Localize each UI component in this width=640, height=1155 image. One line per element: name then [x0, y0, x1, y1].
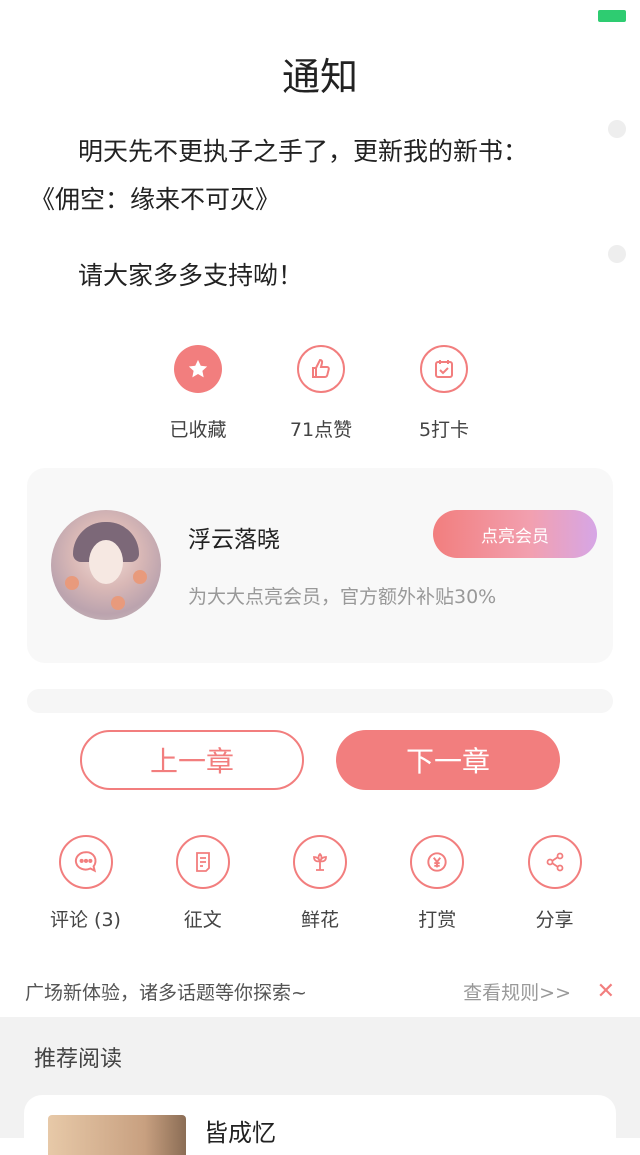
reward-button[interactable]: 打赏	[379, 835, 496, 935]
recommend-section: 推荐阅读 皆成忆	[0, 1017, 640, 1155]
share-button[interactable]: 分享	[496, 835, 613, 935]
essay-label: 征文	[183, 909, 222, 931]
view-rules-link[interactable]: 查看规则>>	[463, 978, 571, 1005]
favorite-button[interactable]: 已收藏	[138, 345, 258, 445]
battery-icon	[598, 10, 626, 22]
author-description: 为大大点亮会员，官方额外补贴30%	[188, 586, 497, 608]
bottom-actions: 评论 (3) 征文 鲜花 打赏 分享	[27, 835, 613, 935]
comment-button[interactable]: 评论 (3)	[27, 835, 144, 935]
notice-text: 明天先不更执子之手了，更新我的新书： 《佣空：缘来不可灭》 请大家多多支持呦！	[30, 128, 590, 300]
favorite-label: 已收藏	[169, 419, 227, 441]
reward-label: 打赏	[418, 909, 457, 931]
essay-icon	[175, 835, 230, 889]
recommend-book-card[interactable]: 皆成忆	[24, 1095, 616, 1155]
notice-line-1: 明天先不更执子之手了，更新我的新书：	[78, 137, 529, 166]
like-label: 71点赞	[289, 419, 353, 441]
notice-line-3: 请大家多多支持呦！	[78, 261, 304, 290]
flower-icon	[293, 835, 347, 889]
share-icon	[527, 835, 582, 889]
next-chapter-button[interactable]: 下一章	[336, 730, 560, 790]
checkin-button[interactable]: 5打卡	[384, 345, 504, 445]
essay-button[interactable]: 征文	[144, 835, 261, 935]
plaza-banner: 广场新体验，诸多话题等你探索~ 查看规则>> ✕	[25, 975, 615, 1007]
flower-button[interactable]: 鲜花	[262, 835, 379, 935]
share-label: 分享	[535, 909, 574, 931]
yen-icon	[410, 835, 465, 889]
notice-line-2: 《佣空：缘来不可灭》	[30, 185, 281, 214]
comment-icon	[58, 835, 113, 889]
checkin-label: 5打卡	[418, 419, 470, 441]
divider-bar	[27, 689, 613, 713]
book-cover	[48, 1115, 186, 1155]
thumbs-up-icon	[297, 345, 345, 393]
avatar[interactable]	[51, 510, 161, 620]
scroll-indicator	[608, 120, 626, 138]
checkin-icon	[420, 345, 468, 393]
author-card: 浮云落晓 点亮会员 为大大点亮会员，官方额外补贴30%	[27, 468, 613, 663]
flower-label: 鲜花	[300, 909, 339, 931]
plaza-text[interactable]: 广场新体验，诸多话题等你探索~	[25, 978, 307, 1005]
author-name: 浮云落晓	[188, 527, 280, 553]
comment-label: 评论 (3)	[50, 909, 121, 931]
top-actions: 已收藏 71点赞 5打卡	[138, 345, 504, 445]
recommend-heading: 推荐阅读	[34, 1047, 123, 1072]
like-button[interactable]: 71点赞	[261, 345, 381, 445]
scroll-indicator	[608, 245, 626, 263]
page-title: 通知	[281, 55, 358, 99]
star-icon	[174, 345, 222, 393]
vip-button[interactable]: 点亮会员	[433, 510, 597, 558]
book-title: 皆成忆	[204, 1119, 276, 1147]
prev-chapter-button[interactable]: 上一章	[80, 730, 304, 790]
close-icon[interactable]: ✕	[597, 979, 615, 1004]
